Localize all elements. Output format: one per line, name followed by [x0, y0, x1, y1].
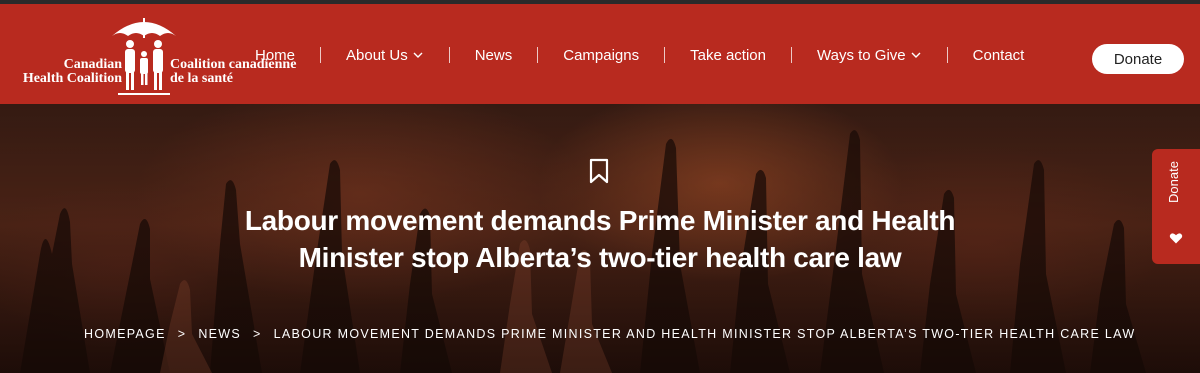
- donate-button[interactable]: Donate: [1092, 44, 1184, 74]
- main-nav: Home About Us News Campaigns Take action…: [255, 42, 1024, 68]
- bookmark-icon[interactable]: [588, 158, 610, 184]
- breadcrumb-home[interactable]: HOMEPAGE: [84, 327, 166, 341]
- nav-label: Contact: [972, 46, 1025, 64]
- nav-item-take-action[interactable]: Take action: [690, 47, 766, 64]
- nav-label: About Us: [346, 46, 408, 64]
- nav-item-campaigns[interactable]: Campaigns: [563, 47, 639, 64]
- nav-item-news[interactable]: News: [475, 47, 513, 64]
- logo-line: Health Coalition: [22, 71, 122, 86]
- chevron-down-icon: [413, 52, 423, 58]
- breadcrumb: HOMEPAGE > NEWS > LABOUR MOVEMENT DEMAND…: [84, 324, 1135, 344]
- nav-divider: [791, 47, 792, 63]
- nav-item-ways-to-give[interactable]: Ways to Give: [817, 47, 922, 64]
- page-title: Labour movement demands Prime Minister a…: [244, 205, 956, 273]
- nav-label: News: [474, 46, 513, 64]
- side-donate-label: Donate: [1166, 161, 1181, 203]
- breadcrumb-news[interactable]: NEWS: [198, 327, 241, 341]
- nav-divider: [664, 47, 666, 63]
- heart-icon: [1169, 233, 1183, 244]
- nav-divider: [946, 47, 948, 63]
- nav-item-about-us[interactable]: About Us: [346, 47, 424, 64]
- nav-label: Home: [255, 46, 296, 64]
- nav-item-contact[interactable]: Contact: [973, 47, 1025, 64]
- nav-item-home[interactable]: Home: [255, 47, 295, 64]
- breadcrumb-separator: >: [177, 327, 187, 341]
- nav-divider: [448, 47, 450, 63]
- nav-label: Ways to Give: [817, 46, 906, 64]
- side-donate-tab[interactable]: Donate: [1152, 149, 1200, 264]
- chevron-down-icon: [911, 52, 921, 58]
- nav-divider: [537, 47, 539, 63]
- logo-line: Canadian: [63, 57, 122, 72]
- logo-line: de la santé: [170, 71, 233, 86]
- nav-label: Campaigns: [563, 46, 640, 64]
- breadcrumb-current: LABOUR MOVEMENT DEMANDS PRIME MINISTER A…: [273, 327, 1136, 341]
- hero-banner: Labour movement demands Prime Minister a…: [0, 104, 1200, 373]
- breadcrumb-separator: >: [253, 327, 262, 341]
- nav-label: Take action: [690, 46, 766, 64]
- site-header: Canadian Health Coalition Coalition cana…: [0, 4, 1200, 104]
- nav-divider: [320, 47, 322, 63]
- logo-text-english: Canadian Health Coalition: [23, 58, 122, 86]
